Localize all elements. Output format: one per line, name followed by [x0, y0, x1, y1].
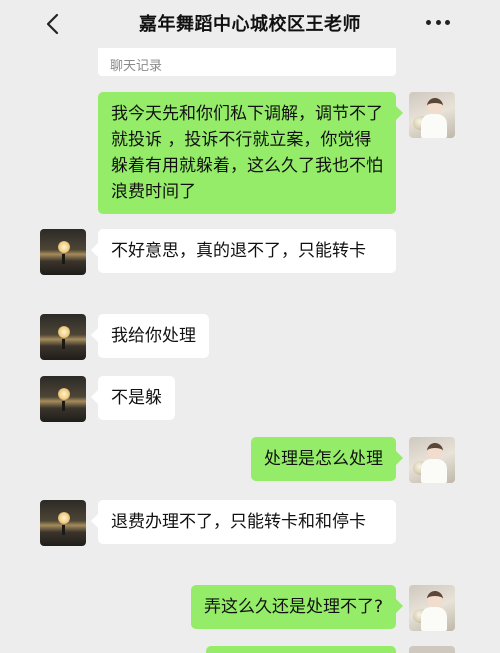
message-bubble-outgoing[interactable]: 弄这么久还是处理不了?	[190, 585, 404, 629]
more-button[interactable]	[426, 12, 450, 32]
contact-avatar[interactable]	[40, 376, 86, 422]
message-bubble-incoming[interactable]: 我给你处理	[91, 314, 209, 358]
chat-history-card[interactable]: 聊天记录	[98, 48, 396, 76]
message-bubble-outgoing-partial[interactable]	[206, 646, 396, 653]
contact-avatar[interactable]	[40, 500, 86, 546]
chat-header: 嘉年舞蹈中心城校区王老师	[0, 0, 500, 46]
message-bubble-incoming[interactable]: 退费办理不了，只能转卡和和停卡	[91, 500, 396, 544]
my-avatar[interactable]	[409, 585, 455, 631]
contact-avatar[interactable]	[40, 314, 86, 360]
message-bubble-outgoing[interactable]: 我今天先和你们私下调解，调节不了就投诉 ，投诉不行就立案，你觉得躲着有用就躲着，…	[98, 92, 403, 214]
message-bubble-incoming[interactable]: 不好意思，真的退不了，只能转卡	[91, 229, 396, 273]
my-avatar[interactable]	[409, 437, 455, 483]
chevron-left-icon	[46, 13, 59, 35]
back-button[interactable]	[38, 10, 66, 38]
my-avatar[interactable]	[409, 92, 455, 138]
more-dots-icon	[426, 19, 431, 25]
contact-avatar[interactable]	[40, 229, 86, 275]
message-bubble-incoming[interactable]: 不是躲	[91, 376, 175, 420]
message-bubble-outgoing[interactable]: 处理是怎么处理	[251, 437, 403, 481]
my-avatar-partial[interactable]	[409, 646, 455, 653]
chat-title: 嘉年舞蹈中心城校区王老师	[139, 14, 361, 35]
